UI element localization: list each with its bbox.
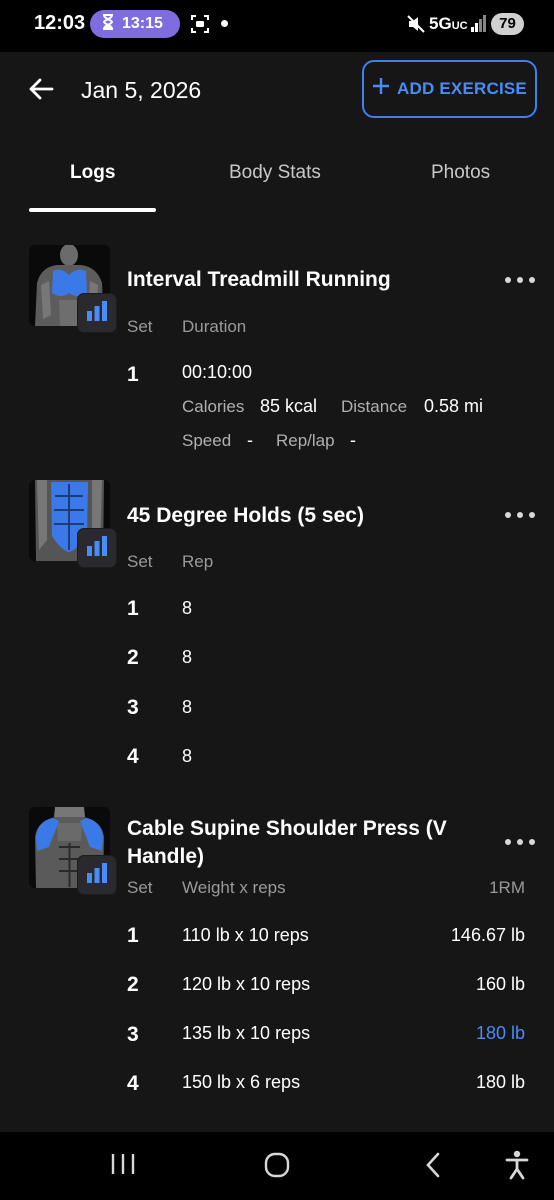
more-options-button[interactable] (505, 272, 535, 288)
distance-value: 0.58 mi (424, 396, 484, 416)
network-type: 5GUC (429, 14, 468, 33)
set-number: 1 (127, 924, 139, 947)
add-exercise-label: ADD EXERCISE (397, 79, 527, 98)
one-rep-max-value: 180 lb (475, 1072, 525, 1092)
column-header-set: Set (127, 552, 153, 571)
battery-level: 79 (491, 13, 524, 35)
rep-value: 8 (182, 647, 193, 667)
home-icon[interactable] (264, 1152, 290, 1183)
speed-value: - (247, 430, 253, 450)
back-button[interactable] (24, 74, 58, 108)
notification-dot (221, 20, 228, 27)
recent-apps-icon[interactable] (110, 1152, 136, 1181)
bar-chart-icon (86, 535, 108, 561)
column-header-set: Set (127, 317, 153, 336)
column-header-1rm: 1RM (489, 878, 525, 897)
status-bar: 12:03 13:15 5GUC 79 (0, 0, 554, 52)
screenshot-icon (190, 14, 210, 39)
hourglass-icon (102, 13, 114, 35)
arrow-left-icon (28, 78, 54, 105)
one-rep-max-value: 146.67 lb (450, 925, 525, 945)
tab-photos[interactable]: Photos (431, 162, 490, 184)
set-number: 4 (127, 1072, 139, 1095)
column-header-duration: Duration (182, 317, 247, 336)
one-rep-max-value-highlighted: 180 lb (475, 1023, 525, 1043)
exercise-title: Interval Treadmill Running (127, 268, 391, 291)
screen: 12:03 13:15 5GUC 79 Jan 5, 2026 ADD EXER… (0, 0, 554, 1200)
more-options-button[interactable] (505, 507, 535, 523)
status-time: 12:03 (34, 12, 86, 34)
exercise-card[interactable]: Cable Supine Shoulder Press (V Handle) Se… (0, 807, 554, 1107)
system-nav-bar (0, 1132, 554, 1200)
tab-body-stats[interactable]: Body Stats (229, 162, 321, 184)
column-header-set: Set (127, 878, 153, 897)
active-tab-indicator (29, 208, 156, 212)
weight-reps-value: 150 lb x 6 reps (182, 1072, 301, 1092)
tab-bar: Logs Body Stats Photos (0, 152, 554, 214)
set-number: 2 (127, 646, 139, 669)
exercise-card[interactable]: 45 Degree Holds (5 sec) Set Rep 1 8 2 8 … (0, 480, 554, 780)
plus-icon (372, 76, 390, 100)
distance-label: Distance (341, 397, 408, 416)
rep-value: 8 (182, 598, 193, 618)
set-number: 1 (127, 363, 139, 386)
exercise-card[interactable]: Interval Treadmill Running Set Duration … (0, 245, 554, 460)
bar-chart-icon (86, 862, 108, 888)
rep-value: 8 (182, 746, 193, 766)
add-exercise-button[interactable]: ADD EXERCISE (362, 60, 537, 118)
more-options-button[interactable] (505, 834, 535, 850)
one-rep-max-value: 160 lb (475, 974, 525, 994)
tab-logs[interactable]: Logs (70, 162, 115, 184)
timer-text: 13:15 (122, 15, 163, 32)
exercise-title: 45 Degree Holds (5 sec) (127, 504, 364, 527)
rep-value: 8 (182, 697, 193, 717)
replap-label: Rep/lap (276, 431, 335, 450)
weight-reps-value: 120 lb x 10 reps (182, 974, 311, 994)
accessibility-icon[interactable] (505, 1150, 529, 1185)
bar-chart-icon (86, 300, 108, 326)
set-number: 3 (127, 1023, 139, 1046)
exercise-title: Cable Supine Shoulder Press (V Handle) (127, 817, 447, 868)
calories-label: Calories (182, 397, 245, 416)
column-header-weight: Weight x reps (182, 878, 286, 897)
weight-reps-value: 110 lb x 10 reps (182, 925, 309, 945)
calories-value: 85 kcal (260, 396, 318, 416)
set-number: 3 (127, 696, 139, 719)
set-number: 1 (127, 597, 139, 620)
weight-reps-value: 135 lb x 10 reps (182, 1023, 311, 1043)
stats-button[interactable] (77, 293, 117, 333)
mute-icon (406, 14, 426, 39)
timer-chip[interactable]: 13:15 (90, 10, 180, 38)
duration-value: 00:10:00 (182, 362, 253, 382)
speed-label: Speed (182, 431, 232, 450)
set-number: 2 (127, 973, 139, 996)
replap-value: - (350, 430, 356, 450)
signal-icon (471, 14, 487, 37)
page-title: Jan 5, 2026 (81, 77, 202, 103)
set-number: 4 (127, 745, 139, 768)
stats-button[interactable] (77, 528, 117, 568)
header: Jan 5, 2026 ADD EXERCISE (0, 52, 554, 136)
back-icon[interactable] (424, 1152, 442, 1183)
column-header-rep: Rep (182, 552, 214, 571)
stats-button[interactable] (77, 855, 117, 895)
